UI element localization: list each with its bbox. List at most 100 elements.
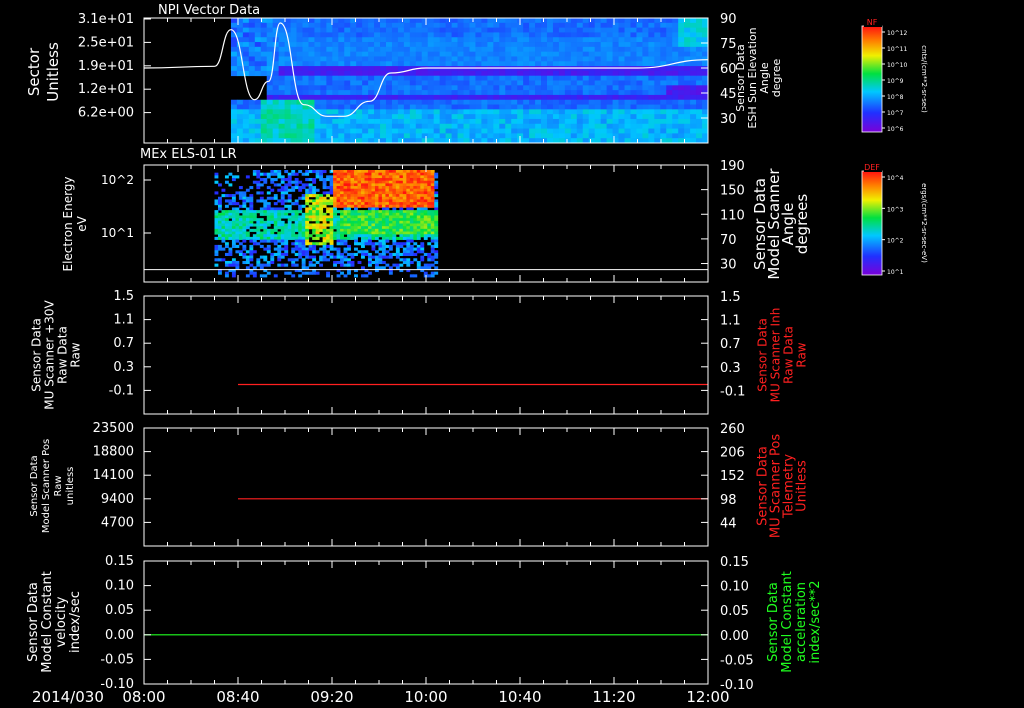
- heatmap-cell: [266, 207, 271, 211]
- heatmap-cell: [433, 75, 441, 81]
- heatmap-cell: [356, 80, 363, 86]
- heatmap-cell: [493, 133, 500, 139]
- heatmap-cell: [312, 170, 317, 174]
- heatmap-cell: [457, 133, 464, 139]
- heatmap-cell: [636, 66, 643, 72]
- heatmap-cell: [245, 236, 250, 240]
- heatmap-cell: [430, 175, 435, 179]
- heatmap-cell: [378, 183, 383, 187]
- heatmap-cell: [696, 66, 703, 72]
- heatmap-cell: [319, 175, 324, 179]
- heatmap-cell: [305, 191, 310, 195]
- heatmap-cell: [319, 215, 324, 219]
- heatmap-cell: [392, 212, 397, 216]
- heatmap-cell: [322, 212, 327, 216]
- heatmap-cell: [415, 99, 423, 105]
- heatmap-cell: [242, 231, 247, 235]
- heatmap-cell: [642, 94, 649, 101]
- heatmap-cell: [308, 94, 315, 101]
- heatmap-cell: [368, 109, 375, 115]
- heatmap-cell: [350, 80, 357, 86]
- heatmap-cell: [420, 196, 425, 200]
- heatmap-cell: [648, 18, 655, 24]
- heatmap-cell: [273, 212, 278, 216]
- heatmap-cell: [302, 118, 309, 125]
- heatmap-cell: [235, 263, 240, 267]
- heatmap-cell: [380, 46, 387, 53]
- heatmap-cell: [256, 186, 261, 190]
- heatmap-cell: [322, 252, 327, 256]
- heatmap-cell: [308, 46, 315, 53]
- heatmap-cell: [388, 170, 393, 174]
- heatmap-cell: [350, 183, 355, 187]
- heatmap-cell: [434, 234, 439, 238]
- heatmap-cell: [421, 80, 429, 86]
- heatmap-cell: [660, 51, 667, 57]
- heatmap-cell: [378, 228, 383, 232]
- heatmap-cell: [624, 56, 631, 62]
- heatmap-cell: [368, 56, 375, 62]
- heatmap-cell: [433, 90, 441, 96]
- heatmap-cell: [684, 70, 691, 77]
- heatmap-cell: [284, 99, 291, 105]
- heatmap-cell: [329, 202, 334, 206]
- heatmap-cell: [523, 118, 530, 125]
- heatmap-cell: [378, 204, 383, 208]
- heatmap-cell: [624, 32, 631, 38]
- heatmap-cell: [333, 199, 337, 203]
- y-tick-label-right: 110: [720, 208, 745, 223]
- heatmap-cell: [399, 172, 404, 176]
- heatmap-cell: [259, 191, 264, 195]
- heatmap-cell: [357, 210, 362, 214]
- heatmap-cell: [356, 70, 363, 77]
- heatmap-cell: [660, 75, 667, 81]
- heatmap-cell: [481, 94, 488, 101]
- heatmap-cell: [338, 99, 345, 105]
- heatmap-cell: [409, 32, 417, 38]
- heatmap-cell: [529, 114, 536, 120]
- heatmap-cell: [409, 56, 417, 62]
- heatmap-cell: [499, 75, 506, 81]
- heatmap-cell: [570, 32, 578, 38]
- heatmap-cell: [487, 80, 494, 86]
- y-tick-label-right: 98: [720, 493, 737, 508]
- heatmap-cell: [336, 247, 341, 251]
- heatmap-cell: [302, 66, 309, 72]
- heatmap-cell: [340, 180, 344, 184]
- heatmap-cell: [493, 61, 500, 67]
- heatmap-cell: [576, 90, 584, 96]
- heatmap-cell: [624, 123, 631, 129]
- y-tick-label-left: 0.10: [105, 579, 134, 594]
- heatmap-cell: [374, 180, 379, 184]
- heatmap-cell: [296, 109, 303, 115]
- heatmap-cell: [380, 128, 387, 134]
- heatmap-cell: [475, 114, 482, 120]
- heatmap-cell: [409, 109, 417, 115]
- heatmap-cell: [371, 186, 376, 190]
- heatmap-cell: [388, 223, 393, 227]
- heatmap-cell: [423, 263, 428, 267]
- heatmap-cell: [385, 215, 390, 219]
- heatmap-cell: [439, 51, 447, 57]
- heatmap-cell: [416, 231, 421, 235]
- heatmap-cell: [228, 226, 233, 230]
- heatmap-cell: [356, 18, 363, 24]
- heatmap-cell: [409, 180, 414, 184]
- heatmap-cell: [420, 218, 425, 222]
- heatmap-cell: [529, 123, 536, 129]
- heatmap-cell: [336, 236, 341, 240]
- heatmap-cell: [439, 27, 447, 33]
- heatmap-cell: [541, 66, 548, 72]
- heatmap-cell: [385, 46, 393, 53]
- heatmap-cell: [315, 228, 320, 232]
- heatmap-cell: [457, 22, 464, 29]
- heatmap-cell: [427, 85, 435, 91]
- heatmap-cell: [221, 210, 226, 214]
- heatmap-cell: [248, 118, 256, 125]
- heatmap-cell: [427, 66, 435, 72]
- heatmap-cell: [499, 37, 506, 43]
- heatmap-cell: [308, 42, 315, 48]
- heatmap-cell: [296, 114, 303, 120]
- heatmap-cell: [364, 239, 369, 243]
- heatmap-cell: [350, 42, 357, 48]
